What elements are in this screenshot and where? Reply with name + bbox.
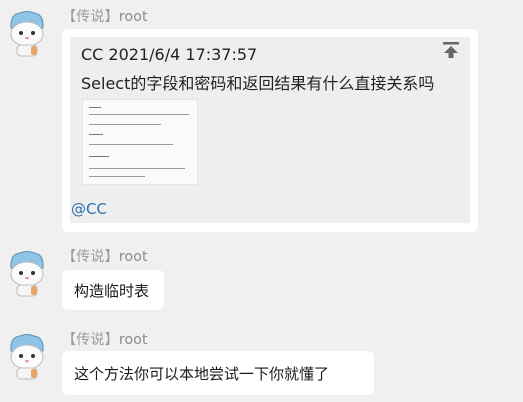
message-bubble[interactable]: 这个方法你可以本地尝试一下你就懂了 xyxy=(62,351,374,395)
sender-username: root xyxy=(118,332,148,348)
quoted-image-thumbnail[interactable] xyxy=(82,99,198,185)
sender-tag: 【传说】 xyxy=(62,249,119,265)
avatar[interactable] xyxy=(4,8,50,58)
mention-link[interactable]: @CC xyxy=(71,200,107,218)
message-bubble[interactable]: 构造临时表 xyxy=(62,270,164,310)
sender-username: root xyxy=(118,9,148,25)
message-text: 构造临时表 xyxy=(74,282,150,300)
sender-tag: 【传说】 xyxy=(62,9,119,25)
cat-avatar-icon xyxy=(10,251,44,297)
avatar[interactable] xyxy=(4,248,50,298)
sender-tag: 【传说】 xyxy=(62,332,119,348)
cat-avatar-icon xyxy=(10,334,44,380)
quote-header: CC 2021/6/4 17:37:57 xyxy=(81,45,258,64)
avatar[interactable] xyxy=(4,331,50,381)
message-bubble[interactable]: CC 2021/6/4 17:37:57 Select的字段和密码和返回结果有什… xyxy=(62,29,478,232)
quoted-message[interactable]: CC 2021/6/4 17:37:57 Select的字段和密码和返回结果有什… xyxy=(70,37,470,223)
pin-top-icon[interactable] xyxy=(442,41,460,59)
quote-text: Select的字段和密码和返回结果有什么直接关系吗 xyxy=(81,74,435,93)
sender-name: 【传说】root xyxy=(62,329,148,349)
sender-name: 【传说】root xyxy=(62,6,148,26)
cat-avatar-icon xyxy=(10,11,44,57)
sender-username: root xyxy=(118,249,148,265)
sender-name: 【传说】root xyxy=(62,246,148,266)
message-text: 这个方法你可以本地尝试一下你就懂了 xyxy=(74,365,330,383)
